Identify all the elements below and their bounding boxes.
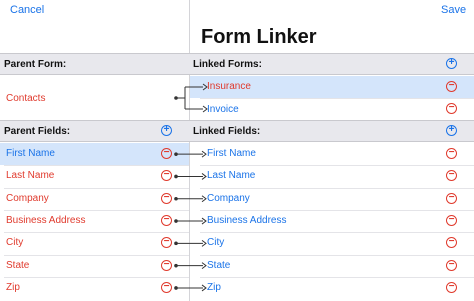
cancel-button[interactable]: Cancel bbox=[10, 4, 44, 16]
row-separator bbox=[4, 165, 189, 167]
connector-dot bbox=[174, 219, 178, 223]
row-separator bbox=[200, 165, 474, 167]
linked-field-label[interactable]: Company bbox=[207, 193, 250, 204]
linked-field-label[interactable]: Last Name bbox=[207, 170, 255, 181]
connector-arrow bbox=[201, 195, 207, 203]
remove-linked-field-button[interactable]: − bbox=[446, 192, 457, 204]
parent-field-label[interactable]: Zip bbox=[6, 282, 20, 293]
add-linked-form-button[interactable]: + bbox=[446, 58, 457, 69]
row-separator bbox=[4, 276, 189, 278]
connector-dot bbox=[174, 241, 178, 246]
parent-form-name[interactable]: Contacts bbox=[6, 93, 45, 104]
field-connector-group bbox=[174, 150, 207, 292]
page-title: Form Linker bbox=[201, 26, 317, 48]
parent-form-header: Parent Form: bbox=[4, 59, 67, 70]
connector-arrow bbox=[201, 284, 207, 292]
row-separator bbox=[4, 187, 189, 189]
linked-field-label[interactable]: State bbox=[207, 260, 230, 271]
linked-form-invoice[interactable]: Invoice bbox=[207, 104, 239, 115]
remove-parent-field-button[interactable]: − bbox=[161, 281, 172, 293]
connector-arrow bbox=[201, 262, 207, 270]
linked-field-label[interactable]: Zip bbox=[207, 282, 221, 293]
remove-parent-field-button[interactable]: − bbox=[161, 170, 172, 182]
linked-forms-header: Linked Forms: bbox=[193, 59, 262, 70]
remove-linked-form-button[interactable]: − bbox=[446, 81, 457, 92]
connector-arrow bbox=[201, 173, 207, 180]
linked-form-insurance[interactable]: Insurance bbox=[207, 81, 251, 92]
remove-linked-field-button[interactable]: − bbox=[446, 237, 457, 249]
connector-dot bbox=[174, 96, 178, 100]
row-separator bbox=[200, 98, 474, 99]
row-separator bbox=[200, 254, 474, 256]
remove-parent-field-button[interactable]: − bbox=[161, 192, 172, 204]
connector-dot bbox=[174, 286, 178, 290]
linked-field-label[interactable]: City bbox=[207, 237, 224, 248]
parent-field-label[interactable]: Company bbox=[6, 193, 49, 204]
connector-arrow bbox=[201, 239, 207, 247]
row-separator bbox=[200, 209, 474, 211]
remove-parent-field-button[interactable]: − bbox=[161, 259, 172, 271]
connector-dot bbox=[174, 174, 178, 179]
remove-linked-field-button[interactable]: − bbox=[446, 170, 457, 182]
connector-dot bbox=[174, 196, 178, 201]
remove-linked-field-button[interactable]: − bbox=[446, 259, 457, 271]
add-parent-field-button[interactable]: + bbox=[161, 125, 172, 136]
row-separator bbox=[200, 187, 474, 189]
save-button[interactable]: Save bbox=[441, 4, 466, 16]
parent-field-label[interactable]: City bbox=[6, 237, 23, 248]
parent-field-label[interactable]: Last Name bbox=[6, 170, 54, 181]
row-separator bbox=[4, 232, 189, 234]
parent-field-label[interactable]: First Name bbox=[6, 148, 55, 159]
remove-parent-field-button[interactable]: − bbox=[161, 215, 172, 227]
connector-arrow bbox=[201, 217, 207, 225]
remove-linked-field-button[interactable]: − bbox=[446, 281, 457, 293]
row-separator bbox=[4, 209, 189, 211]
add-linked-field-button[interactable]: + bbox=[446, 125, 457, 136]
parent-field-label[interactable]: Business Address bbox=[6, 215, 86, 226]
parent-field-label[interactable]: State bbox=[6, 260, 29, 271]
linked-field-label[interactable]: First Name bbox=[207, 148, 256, 159]
remove-linked-field-button[interactable]: − bbox=[446, 148, 457, 160]
parent-fields-header: Parent Fields: bbox=[4, 126, 71, 137]
connector-dot bbox=[174, 263, 178, 268]
remove-linked-field-button[interactable]: − bbox=[446, 215, 457, 227]
remove-parent-field-button[interactable]: − bbox=[161, 237, 172, 249]
connector-arrow bbox=[201, 150, 207, 158]
column-divider bbox=[189, 0, 190, 301]
row-separator bbox=[200, 276, 474, 278]
linked-fields-header: Linked Fields: bbox=[193, 126, 261, 137]
remove-linked-form-button[interactable]: − bbox=[446, 103, 457, 114]
linked-field-label[interactable]: Business Address bbox=[207, 215, 287, 226]
row-separator bbox=[200, 232, 474, 234]
row-separator bbox=[4, 254, 189, 256]
